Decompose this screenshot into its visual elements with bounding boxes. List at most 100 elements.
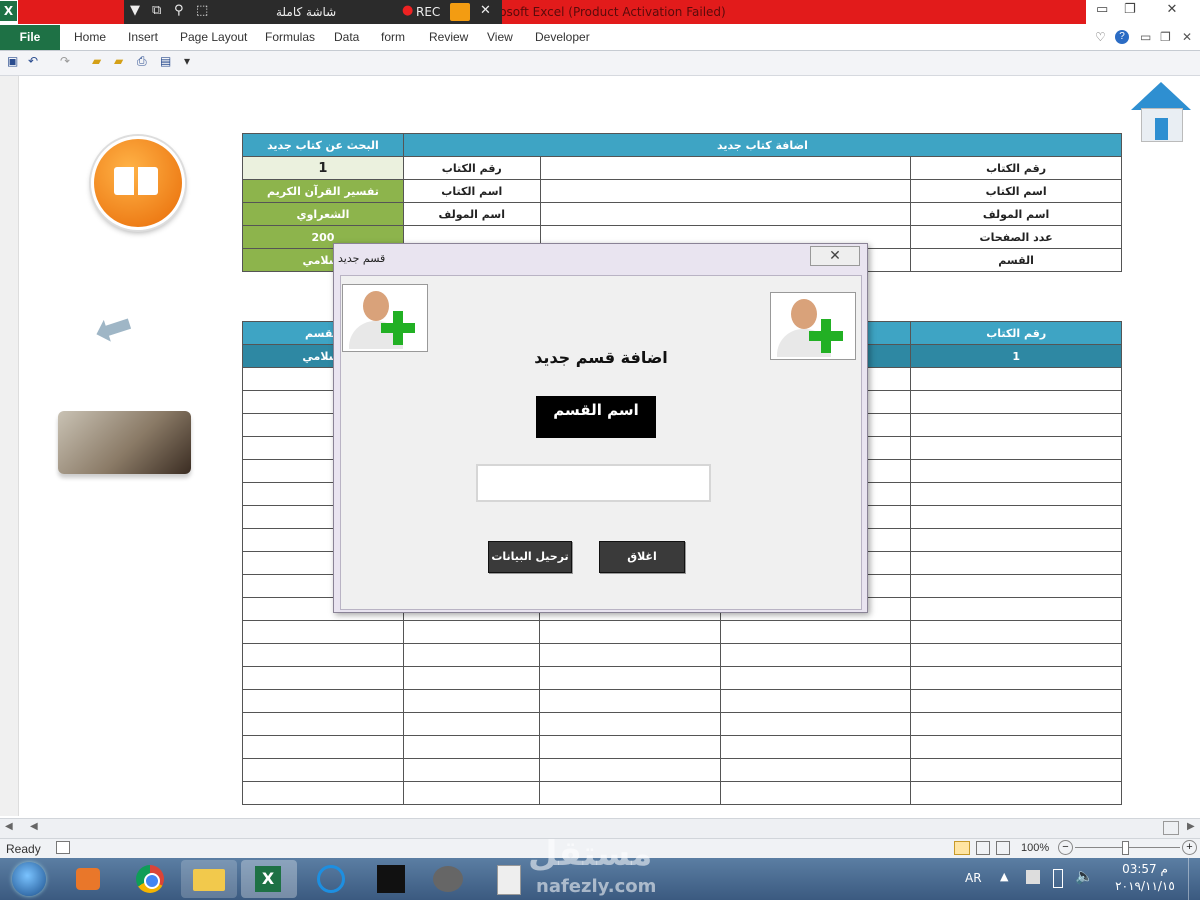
page-layout-view-icon[interactable] xyxy=(976,841,990,855)
reading-image[interactable] xyxy=(58,411,191,474)
page-break-view-icon[interactable] xyxy=(996,841,1010,855)
tab-review[interactable]: Review xyxy=(429,25,468,50)
start-button[interactable] xyxy=(4,860,52,898)
zoom-in-icon[interactable]: + xyxy=(1182,840,1197,855)
table-cell[interactable] xyxy=(402,620,541,644)
battery-icon[interactable] xyxy=(1053,869,1063,888)
tab-view[interactable]: View xyxy=(487,25,513,50)
restore-icon[interactable]: ❐ xyxy=(1124,2,1136,17)
tray-expand-icon[interactable]: ▲ xyxy=(1000,870,1008,883)
zoom-out-icon[interactable]: − xyxy=(1058,840,1073,855)
network-icon[interactable] xyxy=(1026,870,1040,884)
table-cell[interactable] xyxy=(242,620,404,644)
table-cell[interactable] xyxy=(719,781,912,805)
table-cell[interactable] xyxy=(910,643,1122,667)
explorer-icon[interactable] xyxy=(181,860,237,898)
language-indicator[interactable]: AR xyxy=(965,871,982,885)
search-book-no[interactable]: 1 xyxy=(242,156,404,180)
zoom-icon[interactable]: ⚲ xyxy=(174,3,184,18)
close-icon[interactable]: ✕ xyxy=(480,3,491,18)
table-cell[interactable] xyxy=(539,620,721,644)
table-cell[interactable] xyxy=(242,781,404,805)
table-cell[interactable] xyxy=(402,643,541,667)
excel-app-icon[interactable]: X xyxy=(0,1,17,21)
table-cell[interactable] xyxy=(242,758,404,782)
minimize-icon[interactable]: ▭ xyxy=(1096,2,1108,17)
excel-taskbar-icon[interactable]: X xyxy=(241,860,297,898)
table-cell[interactable] xyxy=(402,689,541,713)
media-player-icon[interactable] xyxy=(60,860,116,898)
table-cell[interactable] xyxy=(910,551,1122,575)
chrome-icon[interactable] xyxy=(123,860,179,898)
table-cell[interactable] xyxy=(242,712,404,736)
table-cell[interactable] xyxy=(242,735,404,759)
record-dot-icon[interactable]: ● xyxy=(402,3,413,18)
table-cell[interactable] xyxy=(910,390,1122,414)
add-author-input[interactable] xyxy=(539,202,912,226)
clock-date[interactable]: ٢٠١٩/١١/١٥ xyxy=(1108,879,1182,893)
ribbon-window-restore-icon[interactable]: ❐ xyxy=(1160,25,1171,50)
table-cell[interactable] xyxy=(719,735,912,759)
split-box[interactable] xyxy=(1163,821,1179,835)
table-cell[interactable] xyxy=(910,413,1122,437)
window-icon[interactable]: ⧉ xyxy=(152,3,161,18)
table-cell[interactable] xyxy=(910,505,1122,529)
table-cell[interactable] xyxy=(910,597,1122,621)
close-dialog-button[interactable]: اغلاق xyxy=(599,541,685,573)
tab-developer[interactable]: Developer xyxy=(535,25,590,50)
table-cell[interactable] xyxy=(719,689,912,713)
form-icon[interactable]: ▤ xyxy=(160,54,171,68)
table-cell[interactable] xyxy=(910,689,1122,713)
home-icon[interactable] xyxy=(1131,82,1191,142)
camera-icon[interactable] xyxy=(450,3,470,21)
table-cell[interactable] xyxy=(539,781,721,805)
undo-icon[interactable]: ↶ xyxy=(28,54,38,68)
customize-qat-icon[interactable]: ▾ xyxy=(184,54,190,68)
table-cell[interactable] xyxy=(402,712,541,736)
scroll-right-icon[interactable]: ▶ xyxy=(1187,821,1195,832)
folder-icon[interactable]: ▰ xyxy=(92,54,101,68)
ribbon-minimize-icon[interactable]: ♡ xyxy=(1095,25,1106,50)
clock-time[interactable]: 03:57 م xyxy=(1110,862,1180,876)
tab-form[interactable]: form xyxy=(381,25,405,50)
file-tab[interactable]: File xyxy=(0,25,60,50)
dialog-title-bar[interactable]: قسم جديد ✕ xyxy=(334,244,867,268)
search-author[interactable]: الشعراوي xyxy=(242,202,404,226)
help-icon[interactable]: ? xyxy=(1115,30,1129,44)
tab-page-layout[interactable]: Page Layout xyxy=(180,25,247,50)
table-cell[interactable] xyxy=(910,620,1122,644)
table-cell[interactable] xyxy=(910,574,1122,598)
section-name-input[interactable] xyxy=(476,464,711,502)
table-cell[interactable] xyxy=(910,482,1122,506)
table-cell[interactable] xyxy=(719,643,912,667)
save-icon[interactable]: ▣ xyxy=(7,54,18,68)
table-cell[interactable] xyxy=(539,758,721,782)
tab-data[interactable]: Data xyxy=(334,25,359,50)
table-cell[interactable] xyxy=(539,689,721,713)
zoom-slider-thumb[interactable] xyxy=(1122,841,1129,855)
dropdown-arrow-icon[interactable]: ▼ xyxy=(130,3,140,18)
table-cell[interactable] xyxy=(910,528,1122,552)
normal-view-icon[interactable] xyxy=(954,841,970,855)
table-cell[interactable] xyxy=(719,620,912,644)
back-arrow-icon[interactable]: ⬅ xyxy=(86,292,170,359)
table-cell[interactable] xyxy=(539,643,721,667)
region-icon[interactable]: ⬚ xyxy=(196,3,208,18)
table-cell[interactable] xyxy=(402,666,541,690)
ribbon-window-minimize-icon[interactable]: ▭ xyxy=(1140,25,1151,50)
scroll-left-icon[interactable]: ◀ xyxy=(5,821,13,832)
show-desktop-button[interactable] xyxy=(1188,858,1200,900)
table-cell[interactable] xyxy=(402,758,541,782)
vertical-scrollbar[interactable] xyxy=(0,76,19,816)
redo-icon[interactable]: ↷ xyxy=(60,54,70,68)
ribbon-window-close-icon[interactable]: ✕ xyxy=(1182,25,1192,50)
table-cell[interactable] xyxy=(910,367,1122,391)
table-cell[interactable] xyxy=(539,712,721,736)
tab-formulas[interactable]: Formulas xyxy=(265,25,315,50)
table-cell[interactable] xyxy=(539,735,721,759)
volume-icon[interactable]: 🔈 xyxy=(1075,867,1094,885)
table-cell[interactable] xyxy=(910,735,1122,759)
table-cell[interactable] xyxy=(242,643,404,667)
table-cell[interactable] xyxy=(719,666,912,690)
tab-insert[interactable]: Insert xyxy=(128,25,158,50)
